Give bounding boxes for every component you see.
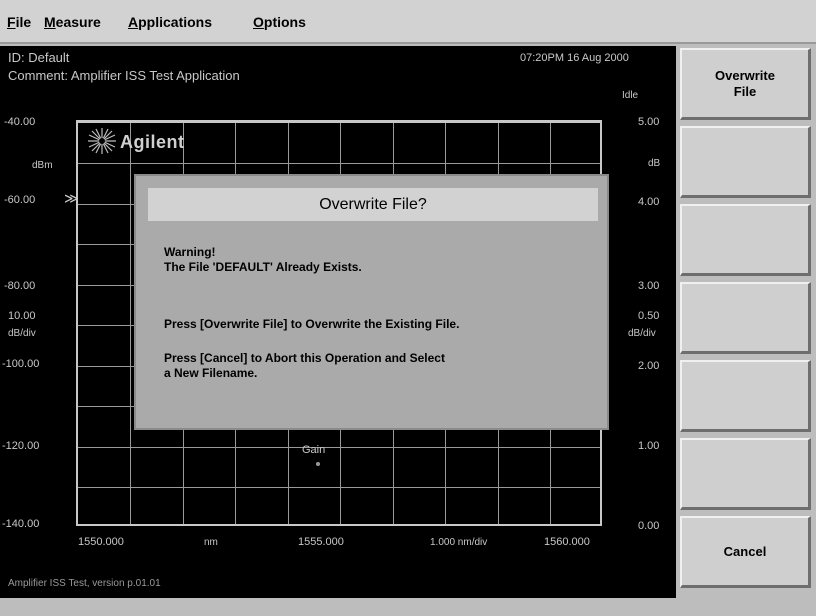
datetime: 07:20PM 16 Aug 2000 <box>520 52 629 64</box>
menu-options-mnemonic: O <box>253 14 264 30</box>
dialog-cancel-instruction: Press [Cancel] to Abort this Operation a… <box>164 351 445 365</box>
menu-options[interactable]: Options <box>253 14 306 30</box>
cancel-button[interactable]: Cancel <box>680 516 811 588</box>
left-axis-scale: 10.00 <box>8 310 36 322</box>
dialog-warning: Warning! <box>164 245 216 259</box>
menu-bar: File Measure Applications Options <box>0 0 816 44</box>
menu-file-label: ile <box>15 14 32 30</box>
right-axis-scale-unit: dB/div <box>628 328 656 339</box>
grid-hline <box>78 447 600 448</box>
bottom-strip <box>0 598 816 616</box>
trace-label: Gain <box>302 444 326 456</box>
right-axis-4: 2.00 <box>638 360 660 372</box>
menu-measure-mnemonic: M <box>44 14 56 30</box>
right-axis-2: 4.00 <box>638 196 660 208</box>
softkey-4[interactable] <box>680 282 811 354</box>
menu-file[interactable]: File <box>7 14 31 30</box>
reference-marker-icon: ≫ <box>64 190 79 206</box>
left-axis-2: -60.00 <box>4 194 36 206</box>
overwrite-file-button[interactable]: Overwrite File <box>680 48 811 120</box>
dialog-warning-detail: The File 'DEFAULT' Already Exists. <box>164 260 362 274</box>
left-axis-top: -40.00 <box>4 116 36 128</box>
menu-options-label: ptions <box>263 14 306 30</box>
menu-applications-label: pplications <box>138 14 213 30</box>
dialog-title: Overwrite File? <box>148 188 598 221</box>
softkey-2[interactable] <box>680 126 811 198</box>
softkey-6[interactable] <box>680 438 811 510</box>
left-axis-unit: dBm <box>32 160 53 171</box>
menu-applications-mnemonic: A <box>128 14 139 30</box>
left-axis-4: -100.00 <box>2 358 40 370</box>
status-text: Idle <box>622 90 639 101</box>
softkey-5[interactable] <box>680 360 811 432</box>
x-axis-center: 1555.000 <box>298 536 344 548</box>
version-text: Amplifier ISS Test, version p.01.01 <box>8 578 161 589</box>
measurement-screen: ID: Default Comment: Amplifier ISS Test … <box>0 46 676 598</box>
agilent-logo-icon <box>88 128 116 154</box>
menu-applications[interactable]: Applications <box>128 14 212 30</box>
left-axis-bottom: -140.00 <box>2 518 40 530</box>
right-axis-3: 3.00 <box>638 280 660 292</box>
dialog-overwrite-instruction: Press [Overwrite File] to Overwrite the … <box>164 317 460 331</box>
grid-hline <box>78 487 600 488</box>
x-axis-unit: nm <box>204 537 218 548</box>
softkey-panel: Overwrite File Cancel <box>676 46 816 598</box>
menu-file-mnemonic: F <box>7 14 16 30</box>
trace-point <box>316 462 320 466</box>
right-axis-unit: dB <box>648 158 661 169</box>
dialog-cancel-instruction-cont: a New Filename. <box>164 366 258 380</box>
menu-measure[interactable]: Measure <box>44 14 101 30</box>
softkey-3[interactable] <box>680 204 811 276</box>
id-text: ID: Default <box>8 50 70 65</box>
right-axis-top: 5.00 <box>638 116 660 128</box>
right-axis-scale: 0.50 <box>638 310 660 322</box>
left-axis-3: -80.00 <box>4 280 36 292</box>
x-axis-stop: 1560.000 <box>544 536 590 548</box>
left-axis-scale-unit: dB/div <box>8 328 36 339</box>
menu-measure-label: easure <box>55 14 101 30</box>
x-axis-start: 1550.000 <box>78 536 124 548</box>
grid-hline <box>78 163 600 164</box>
right-axis-bottom: 0.00 <box>638 520 660 532</box>
grid-vline <box>130 123 131 524</box>
agilent-logo-text: Agilent <box>120 132 185 152</box>
x-axis-scale: 1.000 nm/div <box>430 537 488 548</box>
overwrite-dialog: Overwrite File? Warning! The File 'DEFAU… <box>134 174 609 430</box>
left-axis-5: -120.00 <box>2 440 40 452</box>
right-axis-5: 1.00 <box>638 440 660 452</box>
comment-text: Comment: Amplifier ISS Test Application <box>8 68 240 83</box>
